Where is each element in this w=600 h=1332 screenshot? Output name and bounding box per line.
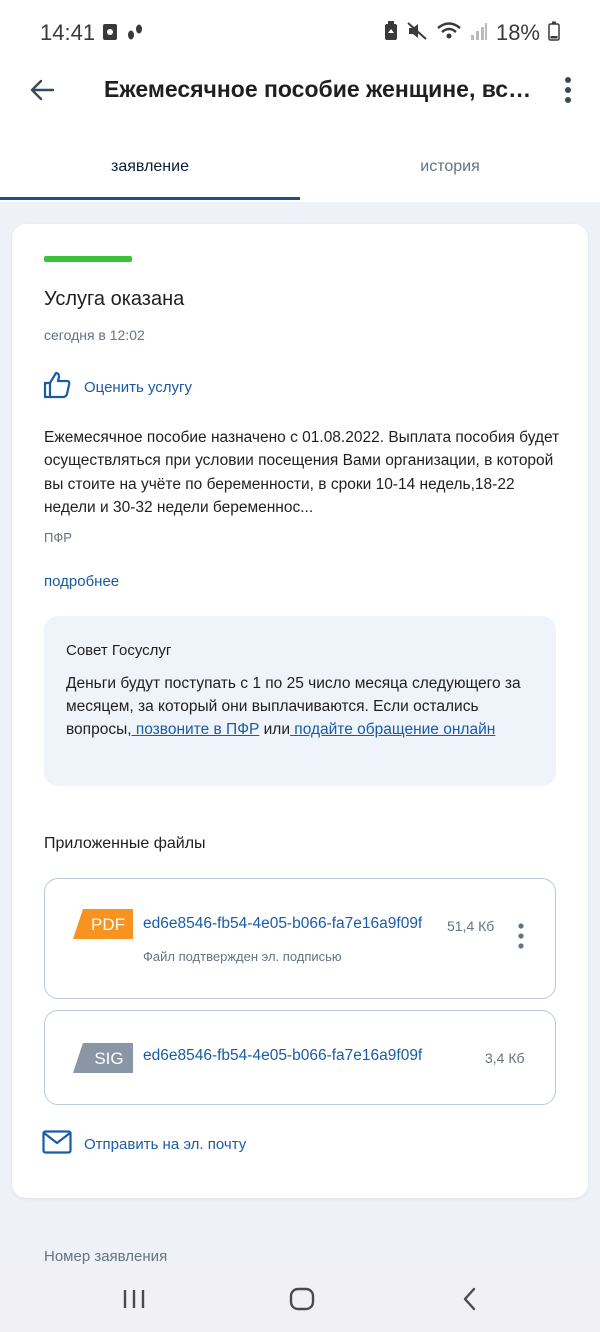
application-card: Услуга оказана сегодня в 12:02 Оценить у… bbox=[12, 224, 588, 1198]
call-pfr-link[interactable]: позвоните в ПФР bbox=[132, 721, 260, 738]
send-email-label: Отправить на эл. почту bbox=[84, 1136, 247, 1153]
file-name[interactable]: ed6e8546-fb54-4e05-b066-fa7e16a9f09f bbox=[143, 1047, 463, 1065]
pdf-file-icon: PDF bbox=[73, 909, 133, 939]
status-time-label: сегодня в 12:02 bbox=[44, 327, 145, 343]
recent-apps-button[interactable] bbox=[114, 1284, 154, 1314]
status-bar: 14:41 18% bbox=[0, 0, 600, 66]
tab-application[interactable]: заявление bbox=[0, 158, 300, 176]
tab-history[interactable]: история bbox=[300, 158, 600, 176]
battery-icon bbox=[548, 21, 560, 46]
file-size: 51,4 Кб bbox=[447, 918, 495, 934]
mute-icon bbox=[406, 21, 428, 46]
system-back-button[interactable] bbox=[450, 1284, 490, 1314]
more-options-button[interactable] bbox=[554, 74, 582, 110]
more-vertical-icon bbox=[518, 923, 524, 949]
send-email-button[interactable]: Отправить на эл. почту bbox=[42, 1130, 246, 1159]
attached-files-title: Приложенные файлы bbox=[44, 835, 206, 852]
thumbs-up-icon bbox=[42, 370, 72, 405]
home-button[interactable] bbox=[282, 1284, 322, 1314]
envelope-icon bbox=[42, 1130, 72, 1159]
file-item-sig[interactable]: SIG ed6e8546-fb54-4e05-b066-fa7e16a9f09f… bbox=[44, 1010, 556, 1105]
screen-record-icon bbox=[102, 23, 118, 46]
service-description: Ежемесячное пособие назначено с 01.08.20… bbox=[44, 429, 560, 516]
application-number-label: Номер заявления bbox=[44, 1248, 168, 1265]
chevron-left-icon bbox=[463, 1287, 476, 1311]
status-time: 14:41 bbox=[40, 20, 96, 45]
status-indicator bbox=[44, 256, 132, 262]
status-right-icons: 18% bbox=[384, 20, 560, 46]
tip-title: Совет Госуслуг bbox=[66, 642, 172, 659]
tip-text: Деньги будут поступать с 1 по 25 число м… bbox=[66, 672, 536, 741]
gosuslugi-tip: Совет Госуслуг Деньги будут поступать с … bbox=[44, 616, 556, 786]
recent-apps-icon bbox=[123, 1290, 145, 1308]
file-size: 3,4 Кб bbox=[485, 1050, 525, 1066]
system-nav-bar bbox=[0, 1264, 600, 1332]
battery-percent: 18% bbox=[495, 20, 540, 45]
details-link[interactable]: подробнее bbox=[44, 573, 119, 590]
file-item-pdf[interactable]: PDF ed6e8546-fb54-4e05-b066-fa7e16a9f09f… bbox=[44, 878, 556, 999]
active-tab-indicator bbox=[0, 197, 300, 200]
rate-service-label: Оценить услугу bbox=[84, 379, 193, 396]
page-title: Ежемесячное пособие женщине, вставшей на… bbox=[104, 76, 534, 102]
status-left-icons bbox=[102, 22, 144, 47]
file-options-button[interactable] bbox=[513, 919, 529, 953]
signature-note: Файл подтвержден эл. подписью bbox=[143, 949, 342, 964]
battery-saver-icon bbox=[384, 20, 398, 46]
arrow-left-icon bbox=[29, 79, 55, 106]
steps-icon bbox=[126, 22, 144, 47]
service-status: Услуга оказана bbox=[44, 288, 185, 310]
wifi-icon bbox=[436, 21, 462, 46]
app-bar: Ежемесячное пособие женщине, вставшей на… bbox=[0, 66, 600, 122]
rate-service-button[interactable]: Оценить услугу bbox=[42, 370, 192, 405]
signal-icon bbox=[470, 21, 488, 46]
tab-bar: заявление история bbox=[0, 122, 600, 202]
svg-text:PDF: PDF bbox=[91, 915, 125, 934]
home-icon bbox=[289, 1287, 315, 1311]
file-name[interactable]: ed6e8546-fb54-4e05-b066-fa7e16a9f09f bbox=[143, 915, 437, 933]
back-button[interactable] bbox=[24, 74, 60, 110]
organization-label: ПФР bbox=[44, 530, 72, 545]
submit-appeal-link[interactable]: подайте обращение онлайн bbox=[290, 721, 495, 738]
tip-text-middle: или bbox=[259, 721, 290, 738]
sig-file-icon: SIG bbox=[73, 1043, 133, 1073]
more-vertical-icon bbox=[564, 76, 572, 108]
svg-text:SIG: SIG bbox=[94, 1049, 123, 1068]
